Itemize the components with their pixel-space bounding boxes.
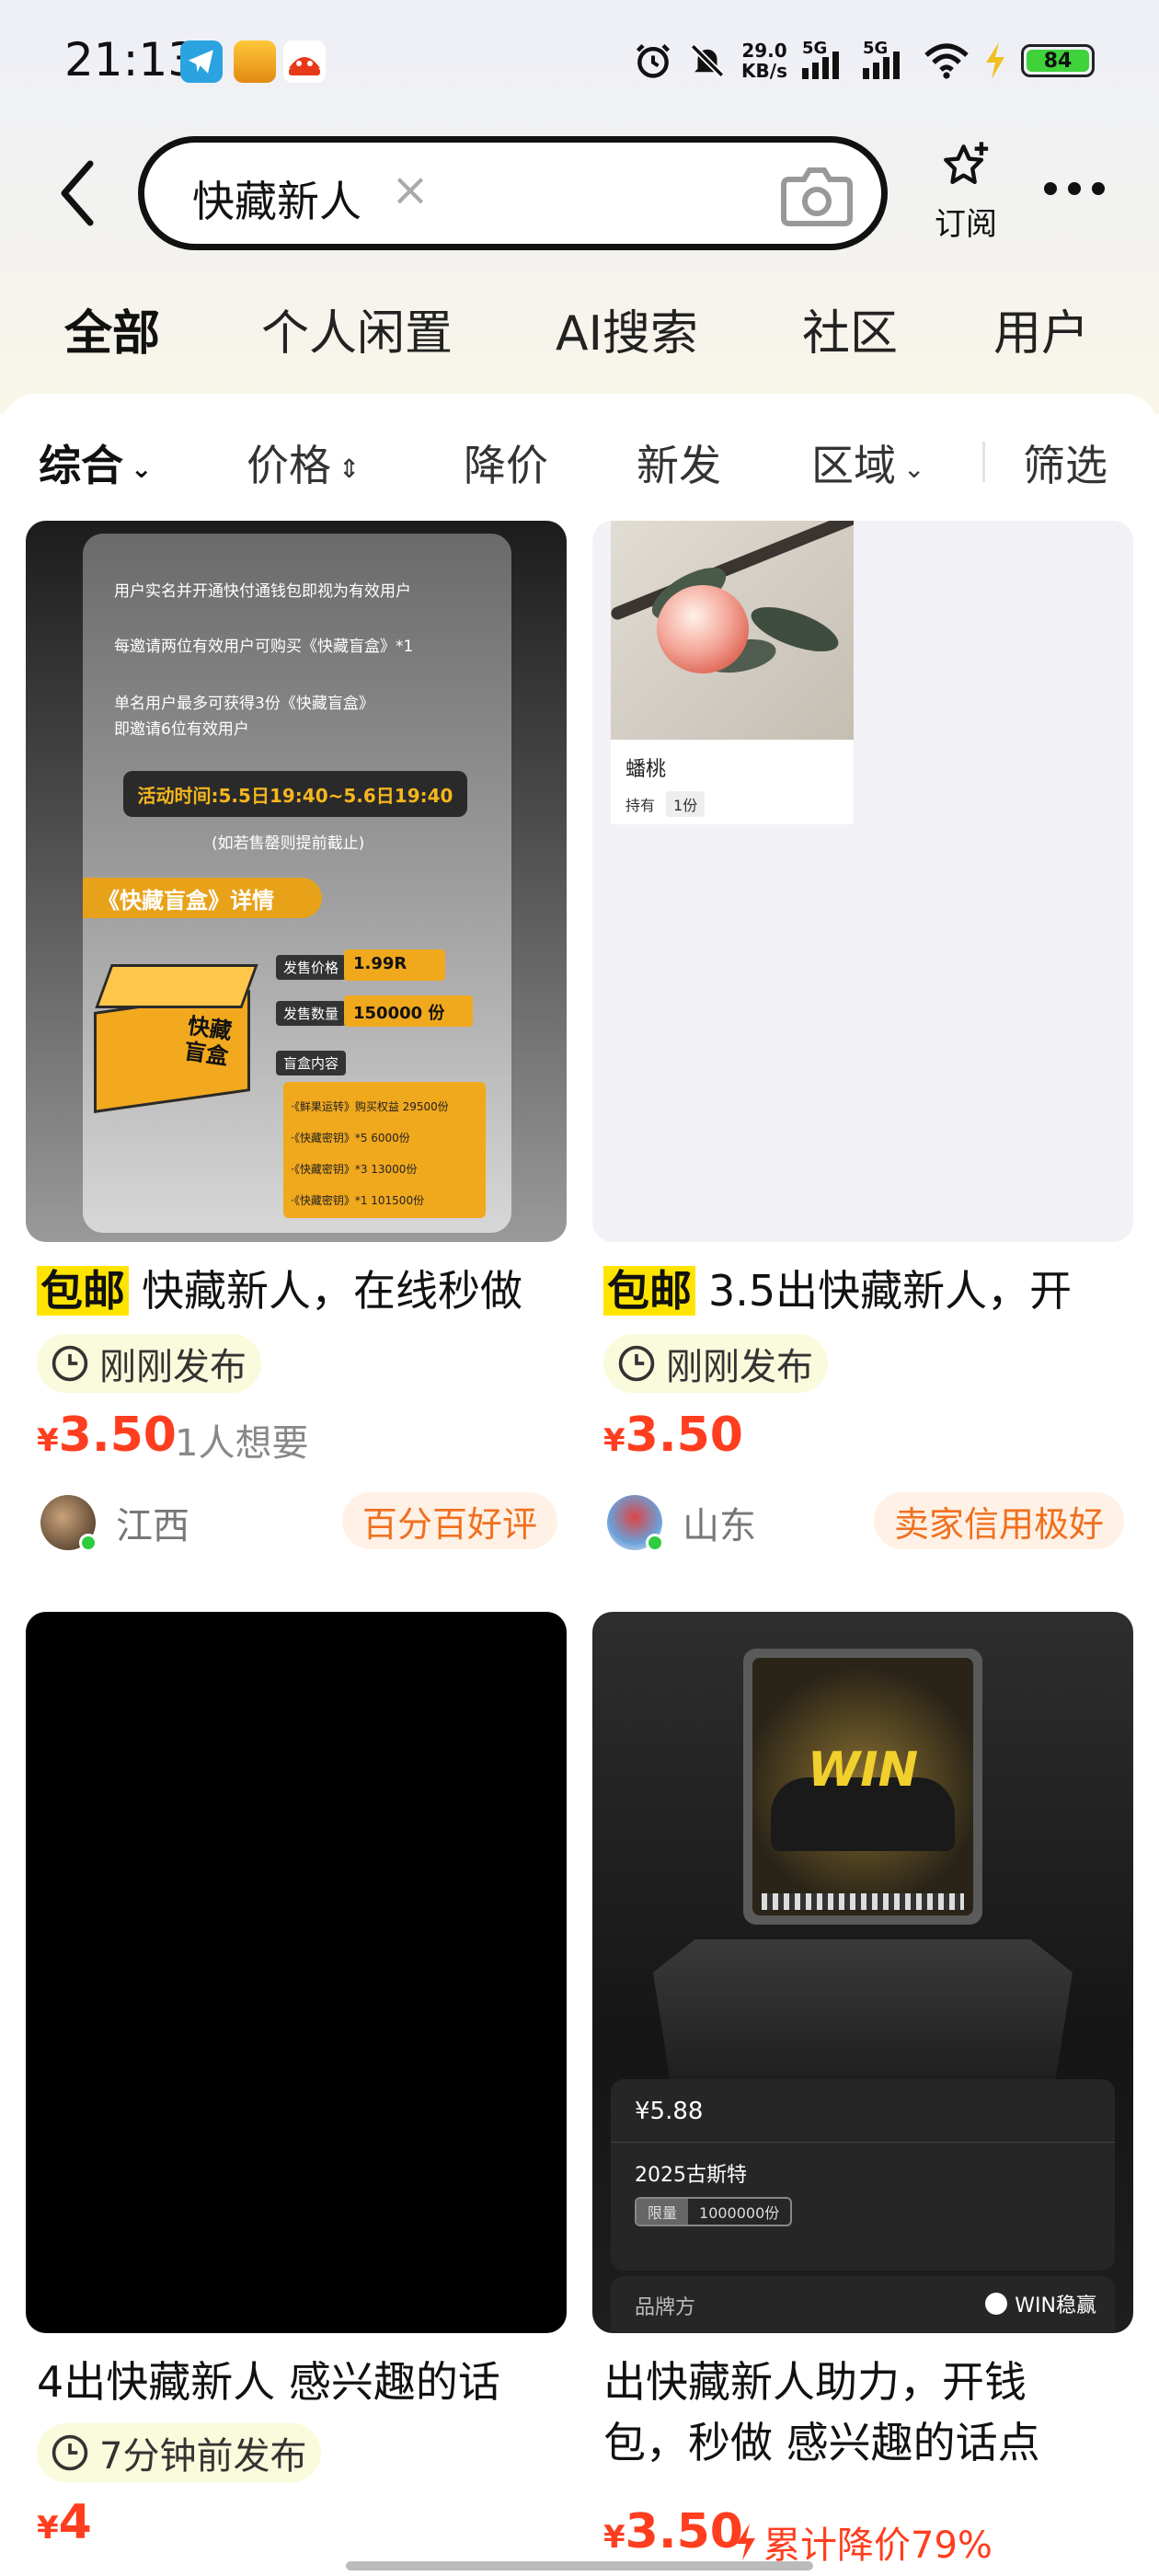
product-price-1: ¥3.50 — [37, 1408, 177, 1463]
search-input[interactable]: 快藏新人 — [192, 168, 361, 229]
free-shipping-badge: 包邮 — [603, 1266, 695, 1316]
contents-list: ·《鲜果运转》购买权益 29500份 ·《快藏密钥》*5 6000份 ·《快藏密… — [283, 1082, 486, 1218]
seller-rating-tag: 百分百好评 — [342, 1492, 558, 1549]
online-indicator — [646, 1534, 664, 1552]
star-plus-icon — [944, 142, 989, 185]
seller-location: 山东 — [683, 1505, 756, 1547]
chevron-down-icon: ⌄ — [903, 454, 925, 484]
sort-arrows-icon: ⇕ — [339, 454, 361, 484]
wants-count: 1人想要 — [175, 1422, 309, 1465]
search-bar[interactable]: 快藏新人 × — [138, 136, 888, 250]
promo-text-line: 单名用户最多可获得3份《快藏盲盒》 — [114, 695, 374, 713]
product-title-2[interactable]: 包邮 3.5出快藏新人，开 — [603, 1260, 1130, 1321]
car-display-screen: WIN — [743, 1649, 982, 1925]
chevron-down-icon: ⌄ — [131, 454, 153, 484]
price-panel: ¥5.88 2025古斯特 限量 1000000份 — [611, 2079, 1115, 2271]
divider — [982, 442, 985, 482]
back-arrow-icon[interactable] — [55, 156, 101, 230]
wifi-icon — [924, 43, 969, 79]
tab-users[interactable]: 用户 — [993, 294, 1089, 363]
product-image-3[interactable] — [26, 1612, 567, 2333]
count-value: 150000 份 — [344, 995, 473, 1027]
mute-bell-icon — [690, 43, 725, 78]
product-title-4[interactable]: 出快藏新人助力，开钱 包，秒做 感兴趣的话点 — [603, 2352, 1130, 2473]
tab-personal-idle[interactable]: 个人闲置 — [261, 294, 453, 363]
product-price-2: ¥3.50 — [603, 1408, 743, 1463]
battery-icon: 84 — [1021, 44, 1095, 77]
charging-bolt-icon — [986, 42, 1004, 79]
avatar — [40, 1495, 98, 1552]
subscribe-label: 订阅 — [935, 206, 997, 243]
product-title-1[interactable]: 包邮 快藏新人，在线秒做 — [37, 1260, 563, 1321]
publish-time-badge: 刚刚发布 — [37, 1334, 261, 1393]
seller-info-2[interactable]: 山东 — [607, 1490, 756, 1555]
network-speed: 29.0 KB/s — [741, 40, 787, 82]
blind-box-illustration: 快藏盲盒 — [94, 964, 259, 1113]
item-name: 蟠桃 — [625, 758, 667, 781]
promo-text-line: 每邀请两位有效用户可购买《快藏盲盒》*1 — [114, 638, 414, 656]
clock-icon — [52, 2434, 88, 2471]
publish-time-badge: 刚刚发布 — [603, 1334, 828, 1393]
telegram-app-icon — [180, 40, 223, 83]
publish-time-badge: 7分钟前发布 — [37, 2423, 322, 2482]
taobao-app-icon — [283, 40, 326, 83]
lightning-icon — [737, 2524, 755, 2560]
status-bar: 21:13 29.0 KB/s 5G 5G 84 — [0, 0, 1159, 120]
home-indicator[interactable] — [346, 2561, 813, 2570]
clock-icon — [52, 1345, 88, 1382]
clock: 21:13 — [64, 33, 198, 86]
product-price-3: ¥4 — [37, 2495, 92, 2550]
promo-text-line: 即邀请6位有效用户 — [114, 720, 249, 739]
seller-location: 江西 — [116, 1505, 189, 1547]
product-price-4: ¥3.50 — [603, 2504, 743, 2559]
product-title-3[interactable]: 4出快藏新人 感兴趣的话 — [37, 2352, 563, 2412]
clear-search-icon[interactable]: × — [391, 163, 430, 216]
subscribe-button[interactable]: 订阅 — [929, 140, 1003, 244]
holding-info: 持有 1份 — [625, 791, 706, 817]
game-app-icon — [234, 40, 276, 83]
filter-bar: 综合 ⌄ 价格 ⇕ 降价 新发 区域 ⌄ 筛选 — [0, 414, 1159, 506]
alarm-icon — [636, 43, 671, 78]
product-image-1[interactable]: 用户实名并开通快付通钱包即视为有效用户 每邀请两位有效用户可购买《快藏盲盒》*1… — [26, 521, 567, 1242]
sort-comprehensive[interactable]: 综合 ⌄ — [39, 432, 152, 493]
avatar — [607, 1495, 664, 1552]
category-tabs: 全部 个人闲置 AI搜索 社区 用户 — [0, 294, 1159, 368]
price-label: 发售价格 — [276, 955, 347, 980]
price-value: 1.99R — [344, 949, 445, 981]
product-image-4[interactable]: WIN ¥5.88 2025古斯特 限量 1000000份 品牌方 WIN稳赢 — [592, 1612, 1133, 2333]
collectible-card: 蟠桃 持有 1份 — [611, 521, 854, 824]
seller-rating-tag: 卖家信用极好 — [874, 1492, 1125, 1549]
filter-price-drop[interactable]: 降价 — [464, 432, 548, 493]
seller-info-1[interactable]: 江西 — [40, 1490, 189, 1555]
tab-all[interactable]: 全部 — [61, 294, 165, 363]
filter-new[interactable]: 新发 — [637, 432, 721, 493]
brand-logo-icon — [985, 2293, 1008, 2315]
peach-painting — [611, 521, 854, 740]
signal-strength-icon-sim1: 5G — [802, 39, 848, 79]
status-icons: 29.0 KB/s 5G 5G 84 — [633, 35, 1095, 86]
signal-strength-icon-sim2: 5G — [863, 39, 909, 79]
clock-icon — [618, 1345, 655, 1382]
online-indicator — [79, 1534, 98, 1552]
blind-box-detail-title: 《快藏盲盒》详情 — [83, 878, 322, 918]
camera-icon[interactable] — [780, 163, 854, 227]
filter-region[interactable]: 区域 ⌄ — [811, 432, 924, 493]
sort-price[interactable]: 价格 ⇕ — [247, 432, 360, 493]
product-image-2[interactable]: 蟠桃 持有 1份 — [592, 521, 1133, 1242]
filter-button[interactable]: 筛选 — [1023, 432, 1107, 493]
count-label: 发售数量 — [276, 1001, 347, 1026]
event-time-banner: 活动时间:5.5日19:40~5.6日19:40 — [123, 771, 467, 817]
promo-note: (如若售罄则提前截止) — [212, 834, 365, 853]
free-shipping-badge: 包邮 — [37, 1266, 129, 1316]
promo-text-line: 用户实名并开通快付通钱包即视为有效用户 — [114, 582, 411, 601]
brand-panel: 品牌方 WIN稳赢 — [611, 2276, 1115, 2333]
more-options-icon[interactable] — [1044, 182, 1105, 195]
tab-community[interactable]: 社区 — [802, 294, 898, 363]
contents-label: 盲盒内容 — [276, 1051, 347, 1075]
tab-ai-search[interactable]: AI搜索 — [556, 294, 698, 363]
